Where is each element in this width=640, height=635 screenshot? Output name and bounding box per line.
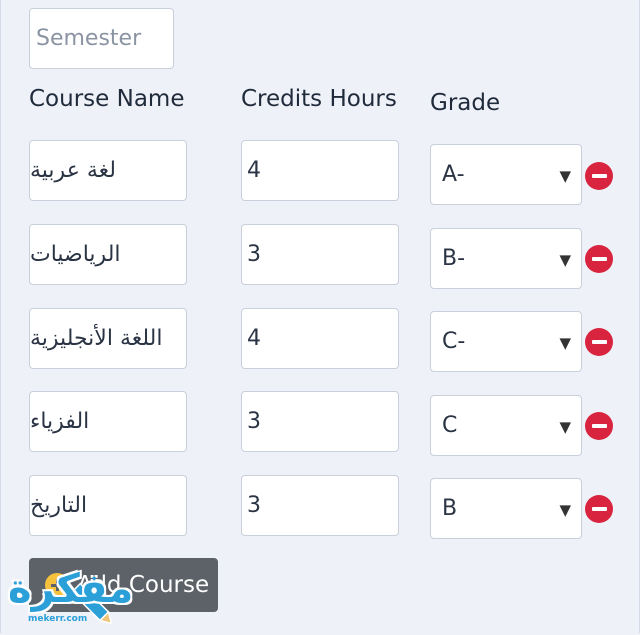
course-name-input[interactable]: الفزياء	[29, 391, 187, 452]
remove-row-button[interactable]	[585, 162, 613, 190]
grade-select[interactable]: B ▼	[430, 478, 582, 539]
minus-circle-icon	[591, 340, 607, 344]
credits-header: Credits Hours	[241, 86, 397, 112]
course-name-input[interactable]: الرياضيات	[29, 224, 187, 285]
credits-input[interactable]: 3	[241, 391, 399, 452]
course-name-input[interactable]: اللغة الأنجليزية	[29, 308, 187, 369]
grade-value: C-	[442, 329, 466, 354]
grade-select[interactable]: C ▼	[430, 395, 582, 456]
watermark-logo: مفكرة mekerr.com	[4, 564, 144, 630]
course-name-header: Course Name	[29, 86, 185, 112]
caret-down-icon: ▼	[559, 334, 571, 352]
grade-header: Grade	[430, 90, 501, 116]
minus-circle-icon	[591, 507, 607, 511]
grade-value: B	[442, 496, 458, 521]
remove-row-button[interactable]	[585, 495, 613, 523]
caret-down-icon: ▼	[559, 167, 571, 185]
remove-row-button[interactable]	[585, 245, 613, 273]
grade-select[interactable]: A- ▼	[430, 144, 582, 205]
grade-value: A-	[442, 162, 465, 187]
remove-row-button[interactable]	[585, 328, 613, 356]
course-name-input[interactable]: لغة عربية	[29, 140, 187, 201]
minus-circle-icon	[591, 424, 607, 428]
watermark-text: مفكرة	[8, 566, 134, 612]
remove-row-button[interactable]	[585, 412, 613, 440]
minus-circle-icon	[591, 174, 607, 178]
credits-input[interactable]: 4	[241, 140, 399, 201]
course-name-input[interactable]: التاريخ	[29, 475, 187, 536]
credits-input[interactable]: 3	[241, 224, 399, 285]
watermark-url: mekerr.com	[28, 614, 88, 624]
caret-down-icon: ▼	[559, 251, 571, 269]
credits-input[interactable]: 3	[241, 475, 399, 536]
semester-input[interactable]: Semester	[29, 8, 174, 69]
grade-select[interactable]: B- ▼	[430, 228, 582, 289]
grade-select[interactable]: C- ▼	[430, 311, 582, 372]
grade-value: B-	[442, 246, 466, 271]
caret-down-icon: ▼	[559, 501, 571, 519]
grade-value: C	[442, 413, 458, 438]
credits-input[interactable]: 4	[241, 308, 399, 369]
caret-down-icon: ▼	[559, 418, 571, 436]
minus-circle-icon	[591, 257, 607, 261]
